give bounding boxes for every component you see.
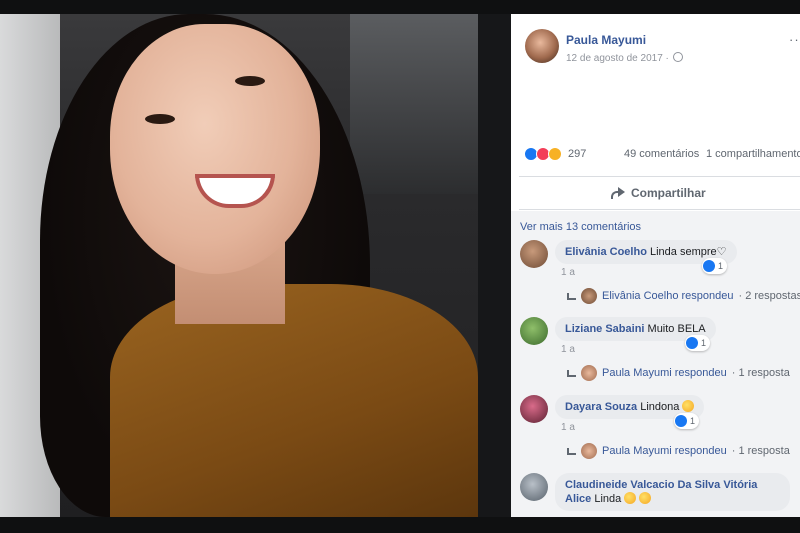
photo-background [350,14,478,194]
divider [519,176,800,177]
screenshot-frame: Paula Mayumi 12 de agosto de 2017 · ··· … [0,0,800,533]
divider [519,209,800,210]
comment-time[interactable]: 1 a [561,422,575,433]
reply-arrow-icon [567,292,576,300]
commenter-avatar[interactable] [520,395,548,423]
post-photo[interactable] [0,14,478,517]
reply-count: · 1 resposta [731,445,790,457]
reply-arrow-icon [567,447,576,455]
reply-author: Paula Mayumi respondeu [602,445,727,457]
comment-likes-badge[interactable]: 1 [685,335,711,351]
bottom-bar [0,517,800,533]
comment-likes-badge[interactable]: 1 [702,258,728,274]
post-panel: Paula Mayumi 12 de agosto de 2017 · ··· … [511,14,800,517]
author-name[interactable]: Paula Mayumi [566,33,646,47]
comment-text: Muito BELA [647,323,706,335]
comment-like-count: 1 [718,261,724,271]
reply-count: · 1 resposta [731,367,790,379]
like-icon [703,260,715,272]
comment-text: Lindona [640,401,680,413]
reply-avatar [581,365,597,381]
comments-section: Ver mais 13 comentários Elivânia Coelho … [511,211,800,517]
reply-count: · 2 respostas [738,290,800,302]
like-icon [686,337,698,349]
comment-likes-badge[interactable]: 1 [674,413,700,429]
reply-author: Elivânia Coelho respondeu [602,290,734,302]
commenter-avatar[interactable] [520,317,548,345]
more-options-icon[interactable]: ··· [789,32,800,47]
photo-eye-right [235,76,265,86]
post-header: Paula Mayumi 12 de agosto de 2017 · ··· [511,14,800,74]
post-stats: 297 49 comentários 1 compartilhamento [511,147,800,169]
replies-link[interactable]: Paula Mayumi respondeu · 1 resposta [567,443,790,459]
replies-link[interactable]: Paula Mayumi respondeu · 1 resposta [567,365,790,381]
view-more-comments-link[interactable]: Ver mais 13 comentários [520,221,641,233]
comment-bubble: Claudineide Valcacio Da Silva Vitória Al… [555,473,790,511]
photo-eye-left [145,114,175,124]
heart-eyes-emoji-icon [639,492,652,504]
commenter-name[interactable]: Liziane Sabaini [565,323,644,335]
top-bar [0,0,800,14]
reply-author: Paula Mayumi respondeu [602,367,727,379]
replies-link[interactable]: Elivânia Coelho respondeu · 2 respostas [567,288,800,304]
wow-reaction-icon[interactable] [548,147,562,161]
commenter-avatar[interactable] [520,473,548,501]
share-label: Compartilhar [631,186,706,200]
photo-shirt [110,284,478,517]
globe-icon [673,52,683,62]
like-icon [675,415,687,427]
comment-like-count: 1 [701,338,707,348]
reply-avatar [581,443,597,459]
comment-like-count: 1 [690,416,696,426]
author-avatar[interactable] [525,29,559,63]
post-date[interactable]: 12 de agosto de 2017 · [566,53,669,64]
comment-time[interactable]: 1 a [561,344,575,355]
commenter-avatar[interactable] [520,240,548,268]
heart-eyes-emoji-icon [624,492,637,504]
commenter-name[interactable]: Elivânia Coelho [565,246,647,258]
heart-eyes-emoji-icon [682,400,695,412]
reaction-count[interactable]: 297 [568,148,586,160]
commenter-name-continued[interactable]: Alice [565,493,591,505]
commenter-name[interactable]: Claudineide Valcacio Da Silva Vitória [565,479,757,491]
share-count[interactable]: 1 compartilhamento [706,148,800,160]
comment-time[interactable]: 1 a [561,267,575,278]
comment-text: Linda [594,493,622,505]
share-button[interactable]: Compartilhar [611,184,706,202]
comment-text: Linda sempre♡ [649,246,727,258]
commenter-name[interactable]: Dayara Souza [565,401,637,413]
photo-face [110,24,320,274]
reply-avatar [581,288,597,304]
reply-arrow-icon [567,369,576,377]
share-icon [611,187,625,199]
comment-count[interactable]: 49 comentários [624,148,699,160]
